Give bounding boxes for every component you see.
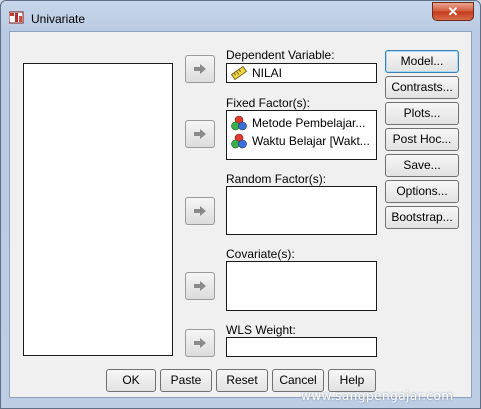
ok-button[interactable]: OK bbox=[106, 369, 156, 392]
paste-button[interactable]: Paste bbox=[160, 369, 212, 392]
plots-button[interactable]: Plots... bbox=[385, 102, 459, 125]
nominal-icon bbox=[231, 133, 247, 149]
right-arrow-icon bbox=[194, 338, 206, 348]
contrasts-button[interactable]: Contrasts... bbox=[385, 76, 459, 99]
window-title: Univariate bbox=[31, 12, 86, 26]
random-factors-box[interactable] bbox=[226, 186, 377, 235]
right-arrow-icon bbox=[194, 206, 206, 216]
move-to-random-factor-button[interactable] bbox=[185, 197, 215, 225]
nominal-icon bbox=[231, 115, 247, 131]
random-factors-label: Random Factor(s): bbox=[226, 172, 327, 186]
title-bar[interactable]: Univariate ✕ bbox=[1, 1, 480, 31]
move-to-wls-weight-button[interactable] bbox=[185, 329, 215, 357]
model-button[interactable]: Model... bbox=[385, 50, 459, 73]
close-button[interactable]: ✕ bbox=[432, 2, 474, 21]
watermark-text: www.sangpengajar.com bbox=[301, 389, 454, 403]
right-arrow-icon bbox=[194, 64, 206, 74]
dependent-variable-box[interactable]: NILAI bbox=[226, 63, 377, 83]
ruler-icon bbox=[230, 65, 248, 81]
dependent-variable-label: Dependent Variable: bbox=[226, 48, 335, 62]
bootstrap-button[interactable]: Bootstrap... bbox=[385, 206, 459, 229]
covariates-label: Covariate(s): bbox=[226, 247, 295, 261]
spss-app-icon bbox=[8, 10, 25, 24]
wls-weight-label: WLS Weight: bbox=[226, 323, 296, 337]
post-hoc-button[interactable]: Post Hoc... bbox=[385, 128, 459, 151]
wls-weight-box[interactable] bbox=[226, 337, 377, 357]
univariate-dialog: Univariate ✕ Dependent Variable: NILAI F… bbox=[0, 0, 481, 409]
fixed-factors-label: Fixed Factor(s): bbox=[226, 96, 311, 110]
options-button[interactable]: Options... bbox=[385, 180, 459, 203]
move-to-fixed-factor-button[interactable] bbox=[185, 120, 215, 148]
covariates-box[interactable] bbox=[226, 261, 377, 311]
reset-button[interactable]: Reset bbox=[216, 369, 268, 392]
right-arrow-icon bbox=[194, 129, 206, 139]
source-variable-list[interactable] bbox=[23, 63, 173, 356]
move-to-covariate-button[interactable] bbox=[185, 272, 215, 300]
dialog-body: Dependent Variable: NILAI Fixed Factor(s… bbox=[9, 31, 472, 398]
fixed-factors-box[interactable]: Metode Pembelajar... Waktu Belajar [Wakt… bbox=[226, 110, 377, 160]
close-icon: ✕ bbox=[447, 4, 459, 19]
save-button[interactable]: Save... bbox=[385, 154, 459, 177]
move-to-dependent-button[interactable] bbox=[185, 55, 215, 83]
right-arrow-icon bbox=[194, 281, 206, 291]
